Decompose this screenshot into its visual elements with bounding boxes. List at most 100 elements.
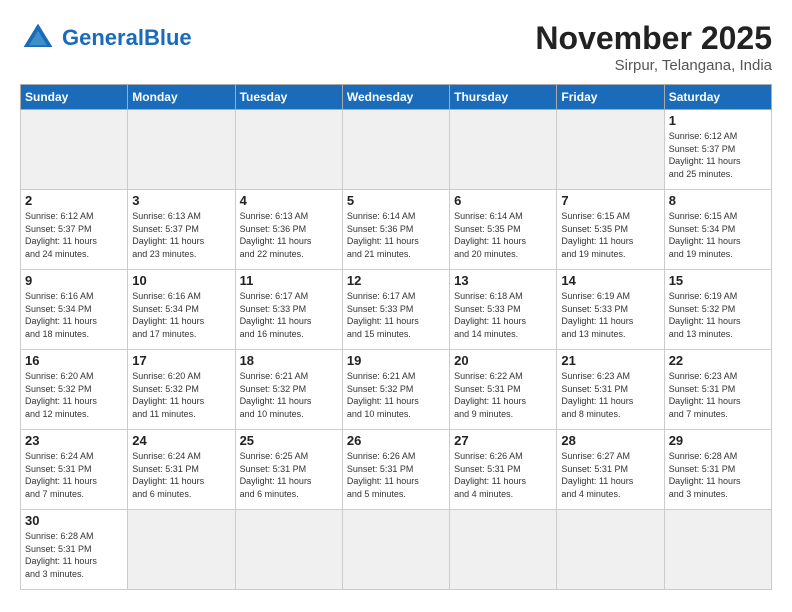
day-number: 9 (25, 273, 123, 288)
day-info: Sunrise: 6:13 AM Sunset: 5:36 PM Dayligh… (240, 210, 338, 260)
week-row-3: 9 Sunrise: 6:16 AM Sunset: 5:34 PM Daylig… (21, 270, 772, 350)
day-cell: 17Sunrise: 6:20 AM Sunset: 5:32 PM Dayli… (128, 350, 235, 430)
day-number: 7 (561, 193, 659, 208)
day-cell (342, 110, 449, 190)
day-cell (235, 110, 342, 190)
day-number: 8 (669, 193, 767, 208)
day-cell: 20 Sunrise: 6:22 AM Sunset: 5:31 PM Dayli… (450, 350, 557, 430)
day-cell: 11 Sunrise: 6:17 AM Sunset: 5:33 PM Dayli… (235, 270, 342, 350)
logo-general: General (62, 25, 144, 50)
day-cell: 22Sunrise: 6:23 AM Sunset: 5:31 PM Dayli… (664, 350, 771, 430)
day-info: Sunrise: 6:19 AM Sunset: 5:32 PM Dayligh… (669, 290, 767, 340)
day-cell: 15 Sunrise: 6:19 AM Sunset: 5:32 PM Dayli… (664, 270, 771, 350)
day-number: 15 (669, 273, 767, 288)
week-row-1: 1 Sunrise: 6:12 AM Sunset: 5:37 PM Daylig… (21, 110, 772, 190)
day-cell (664, 510, 771, 590)
day-cell: 13 Sunrise: 6:18 AM Sunset: 5:33 PM Dayli… (450, 270, 557, 350)
col-header-wednesday: Wednesday (342, 85, 449, 110)
day-cell: 28 Sunrise: 6:27 AM Sunset: 5:31 PM Dayli… (557, 430, 664, 510)
day-number: 25 (240, 433, 338, 448)
day-number: 12 (347, 273, 445, 288)
day-info: Sunrise: 6:18 AM Sunset: 5:33 PM Dayligh… (454, 290, 552, 340)
day-number: 21 (561, 353, 659, 368)
day-number: 10 (132, 273, 230, 288)
day-number: 16 (25, 353, 123, 368)
day-cell: 24 Sunrise: 6:24 AM Sunset: 5:31 PM Dayli… (128, 430, 235, 510)
day-cell: 5 Sunrise: 6:14 AM Sunset: 5:36 PM Daylig… (342, 190, 449, 270)
calendar: SundayMondayTuesdayWednesdayThursdayFrid… (20, 84, 772, 590)
day-cell: 14Sunrise: 6:19 AM Sunset: 5:33 PM Dayli… (557, 270, 664, 350)
day-cell: 1 Sunrise: 6:12 AM Sunset: 5:37 PM Daylig… (664, 110, 771, 190)
day-info: Sunrise: 6:13 AM Sunset: 5:37 PM Dayligh… (132, 210, 230, 260)
title-block: November 2025 Sirpur, Telangana, India (535, 20, 772, 74)
day-number: 5 (347, 193, 445, 208)
day-cell: 2Sunrise: 6:12 AM Sunset: 5:37 PM Daylig… (21, 190, 128, 270)
header: GeneralBlue November 2025 Sirpur, Telang… (20, 20, 772, 74)
week-row-4: 16 Sunrise: 6:20 AM Sunset: 5:32 PM Dayli… (21, 350, 772, 430)
day-cell: 30Sunrise: 6:28 AM Sunset: 5:31 PM Dayli… (21, 510, 128, 590)
day-info: Sunrise: 6:21 AM Sunset: 5:32 PM Dayligh… (347, 370, 445, 420)
day-cell (557, 510, 664, 590)
day-info: Sunrise: 6:23 AM Sunset: 5:31 PM Dayligh… (561, 370, 659, 420)
day-info: Sunrise: 6:21 AM Sunset: 5:32 PM Dayligh… (240, 370, 338, 420)
day-cell: 7 Sunrise: 6:15 AM Sunset: 5:35 PM Daylig… (557, 190, 664, 270)
day-number: 27 (454, 433, 552, 448)
day-number: 13 (454, 273, 552, 288)
day-cell: 4Sunrise: 6:13 AM Sunset: 5:36 PM Daylig… (235, 190, 342, 270)
day-cell (450, 510, 557, 590)
col-header-sunday: Sunday (21, 85, 128, 110)
day-cell: 29Sunrise: 6:28 AM Sunset: 5:31 PM Dayli… (664, 430, 771, 510)
col-header-friday: Friday (557, 85, 664, 110)
day-info: Sunrise: 6:17 AM Sunset: 5:33 PM Dayligh… (240, 290, 338, 340)
day-info: Sunrise: 6:15 AM Sunset: 5:34 PM Dayligh… (669, 210, 767, 260)
day-info: Sunrise: 6:20 AM Sunset: 5:32 PM Dayligh… (25, 370, 123, 420)
day-info: Sunrise: 6:12 AM Sunset: 5:37 PM Dayligh… (669, 130, 767, 180)
day-info: Sunrise: 6:26 AM Sunset: 5:31 PM Dayligh… (454, 450, 552, 500)
day-number: 26 (347, 433, 445, 448)
day-cell (235, 510, 342, 590)
day-cell: 18 Sunrise: 6:21 AM Sunset: 5:32 PM Dayli… (235, 350, 342, 430)
day-number: 6 (454, 193, 552, 208)
day-number: 18 (240, 353, 338, 368)
logo: GeneralBlue (20, 20, 192, 56)
day-info: Sunrise: 6:26 AM Sunset: 5:31 PM Dayligh… (347, 450, 445, 500)
location: Sirpur, Telangana, India (535, 57, 772, 74)
logo-text: GeneralBlue (62, 26, 192, 50)
day-cell: 27 Sunrise: 6:26 AM Sunset: 5:31 PM Dayli… (450, 430, 557, 510)
day-cell (21, 110, 128, 190)
day-number: 3 (132, 193, 230, 208)
day-info: Sunrise: 6:12 AM Sunset: 5:37 PM Dayligh… (25, 210, 123, 260)
day-info: Sunrise: 6:24 AM Sunset: 5:31 PM Dayligh… (25, 450, 123, 500)
day-cell: 19Sunrise: 6:21 AM Sunset: 5:32 PM Dayli… (342, 350, 449, 430)
col-header-tuesday: Tuesday (235, 85, 342, 110)
day-cell (342, 510, 449, 590)
week-row-6: 30Sunrise: 6:28 AM Sunset: 5:31 PM Dayli… (21, 510, 772, 590)
day-cell: 23Sunrise: 6:24 AM Sunset: 5:31 PM Dayli… (21, 430, 128, 510)
week-row-5: 23Sunrise: 6:24 AM Sunset: 5:31 PM Dayli… (21, 430, 772, 510)
day-number: 22 (669, 353, 767, 368)
day-info: Sunrise: 6:16 AM Sunset: 5:34 PM Dayligh… (132, 290, 230, 340)
page: GeneralBlue November 2025 Sirpur, Telang… (0, 0, 792, 600)
day-cell: 16 Sunrise: 6:20 AM Sunset: 5:32 PM Dayli… (21, 350, 128, 430)
day-number: 30 (25, 513, 123, 528)
day-info: Sunrise: 6:16 AM Sunset: 5:34 PM Dayligh… (25, 290, 123, 340)
day-number: 1 (669, 113, 767, 128)
day-info: Sunrise: 6:22 AM Sunset: 5:31 PM Dayligh… (454, 370, 552, 420)
day-info: Sunrise: 6:15 AM Sunset: 5:35 PM Dayligh… (561, 210, 659, 260)
day-number: 29 (669, 433, 767, 448)
day-info: Sunrise: 6:14 AM Sunset: 5:36 PM Dayligh… (347, 210, 445, 260)
day-cell: 26 Sunrise: 6:26 AM Sunset: 5:31 PM Dayli… (342, 430, 449, 510)
col-header-saturday: Saturday (664, 85, 771, 110)
day-number: 24 (132, 433, 230, 448)
day-info: Sunrise: 6:17 AM Sunset: 5:33 PM Dayligh… (347, 290, 445, 340)
day-number: 28 (561, 433, 659, 448)
day-number: 20 (454, 353, 552, 368)
day-cell (128, 510, 235, 590)
day-info: Sunrise: 6:24 AM Sunset: 5:31 PM Dayligh… (132, 450, 230, 500)
day-info: Sunrise: 6:27 AM Sunset: 5:31 PM Dayligh… (561, 450, 659, 500)
day-cell: 6 Sunrise: 6:14 AM Sunset: 5:35 PM Daylig… (450, 190, 557, 270)
day-cell: 10 Sunrise: 6:16 AM Sunset: 5:34 PM Dayli… (128, 270, 235, 350)
day-info: Sunrise: 6:25 AM Sunset: 5:31 PM Dayligh… (240, 450, 338, 500)
day-info: Sunrise: 6:14 AM Sunset: 5:35 PM Dayligh… (454, 210, 552, 260)
day-number: 11 (240, 273, 338, 288)
